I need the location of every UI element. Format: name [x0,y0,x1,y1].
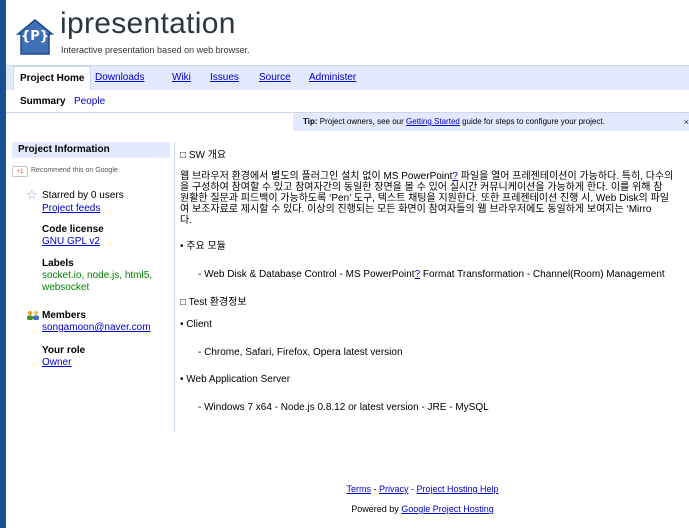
code-license-label: Code license [42,224,104,235]
tab-bar: Project Home Downloads Wiki Issues Sourc… [6,65,689,91]
subnav-summary[interactable]: Summary [20,96,66,107]
labels-list-line-2[interactable]: websocket [42,282,89,293]
tip-text-2: guide for steps to configure your projec… [462,117,605,126]
modules-line: - Web Disk & Database Control - MS Power… [198,269,665,280]
tab-wiki[interactable]: Wiki [172,72,191,83]
labels-list-line-1[interactable]: socket.io, node.js, html5, [42,270,152,281]
footer-separator-1: - [370,484,379,494]
page-header: {P} ipresentation Interactive presentati… [6,0,689,64]
powered-by: Powered by Google Project Hosting [6,504,689,514]
privacy-link[interactable]: Privacy [379,484,409,494]
your-role-label: Your role [42,345,86,356]
overview-line-1-rest: 파일을 열어 프레젠테이션이 가능하다. 특히, 다수의 [457,171,674,182]
sub-navigation: Summary People [6,90,689,113]
tab-project-home[interactable]: Project Home [13,66,92,90]
tip-message: Tip: Project owners, see our Getting Sta… [293,113,689,131]
overview-line-3: 원활한 질문과 피드백이 가능하도록 ‘Pen’ 도구, 텍스트 채팅을 지원한… [180,193,669,204]
sidebar-divider [174,142,175,432]
project-summary-content: □ SW 개요 웹 브라우저 환경에서 별도의 플러그인 설치 없이 MS Po… [180,143,689,433]
project-logo[interactable]: {P} [16,18,54,56]
project-info-heading: Project Information [12,142,170,158]
google-plus-one-button[interactable]: +1 [12,166,28,177]
tab-administer[interactable]: Administer [309,72,356,83]
server-line: - Windows 7 x64 - Node.js 0.8.12 or late… [198,402,489,413]
overview-line-1: 웹 브라우저 환경에서 별도의 플러그인 설치 없이 MS PowerPoint… [180,171,673,182]
overview-line-5: 다. [180,215,192,226]
tip-prefix: Tip: [303,117,318,126]
modules-line-text: - Web Disk & Database Control - MS Power… [198,269,415,280]
project-subtitle: Interactive presentation based on web br… [61,45,250,55]
tip-bar: Tip: Project owners, see our Getting Sta… [6,113,689,131]
client-line: - Chrome, Safari, Firefox, Opera latest … [198,347,403,358]
google-project-hosting-link[interactable]: Google Project Hosting [401,504,494,514]
tab-source[interactable]: Source [259,72,291,83]
role-owner-link[interactable]: Owner [42,357,71,368]
modules-heading: • 주요 모듈 [180,241,226,252]
starred-count: Starred by 0 users [42,190,124,201]
project-info-sidebar: Project Information +1 Recommend this on… [12,142,170,432]
recommend-text: Recommend this on Google [31,167,118,174]
project-page: {P} ipresentation Interactive presentati… [6,0,689,528]
footer-links: Terms - Privacy - Project Hosting Help [6,484,689,494]
logo-letter: {P} [20,29,50,44]
overview-line-2: 을 구성하여 참여할 수 있고 참여자간의 동일한 장면을 볼 수 있어 실시간… [180,182,663,193]
members-label: Members [42,310,86,321]
test-env-heading: □ Test 환경정보 [180,297,247,308]
getting-started-link[interactable]: Getting Started [406,117,460,126]
terms-link[interactable]: Terms [346,484,371,494]
sw-overview-heading: □ SW 개요 [180,150,227,161]
project-title: ipresentation [60,7,236,40]
tab-issues[interactable]: Issues [210,72,239,83]
server-heading: • Web Application Server [180,374,291,385]
modules-line-rest: Format Transformation - Channel(Room) Ma… [420,269,665,280]
tip-text-1: Project owners, see our [319,117,404,126]
labels-label: Labels [42,258,74,269]
project-feeds-link[interactable]: Project feeds [42,203,100,214]
subnav-people[interactable]: People [74,96,105,107]
project-hosting-help-link[interactable]: Project Hosting Help [416,484,498,494]
code-license-link[interactable]: GNU GPL v2 [42,236,100,247]
overview-line-1-text: 웹 브라우저 환경에서 별도의 플러그인 설치 없이 MS PowerPoint [180,171,453,182]
powered-by-text: Powered by [351,504,399,514]
overview-line-4: 여 보조자료로 제시할 수 있다. 이상의 진행되는 모든 화면이 참여자들의 … [180,204,652,215]
members-icon [27,310,39,320]
close-icon[interactable]: × [684,113,689,131]
client-heading: • Client [180,319,212,330]
member-email-link[interactable]: songamoon@naver.com [42,322,151,333]
tab-downloads[interactable]: Downloads [95,72,144,83]
star-icon[interactable]: ☆ [26,187,38,203]
